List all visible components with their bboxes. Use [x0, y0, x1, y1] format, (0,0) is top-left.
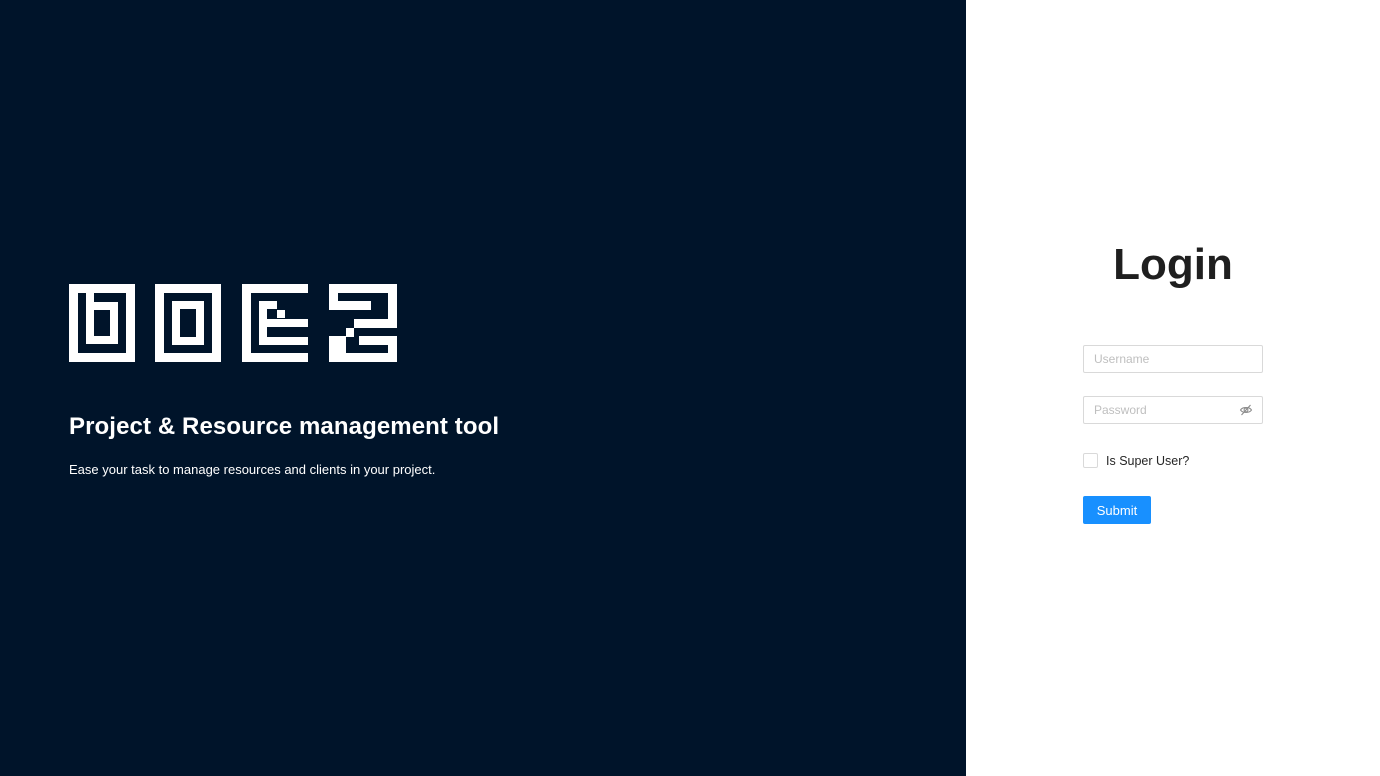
doez-logo — [69, 284, 397, 362]
login-panel: Login Is Super User? Submit — [966, 0, 1380, 776]
super-user-checkbox[interactable] — [1083, 453, 1098, 468]
description: Ease your task to manage resources and c… — [69, 462, 436, 477]
super-user-label[interactable]: Is Super User? — [1106, 454, 1189, 468]
password-field[interactable] — [1083, 396, 1263, 424]
username-field[interactable] — [1083, 345, 1263, 373]
super-user-option[interactable]: Is Super User? — [1083, 453, 1189, 468]
password-input[interactable] — [1084, 397, 1234, 423]
submit-button[interactable]: Submit — [1083, 496, 1151, 524]
branding-panel: Project & Resource management tool Ease … — [0, 0, 966, 776]
tagline: Project & Resource management tool — [69, 413, 500, 440]
login-page: Project & Resource management tool Ease … — [0, 0, 1380, 776]
login-title: Login — [1113, 240, 1233, 289]
username-input[interactable] — [1084, 346, 1234, 372]
eye-invisible-icon[interactable] — [1239, 403, 1253, 417]
